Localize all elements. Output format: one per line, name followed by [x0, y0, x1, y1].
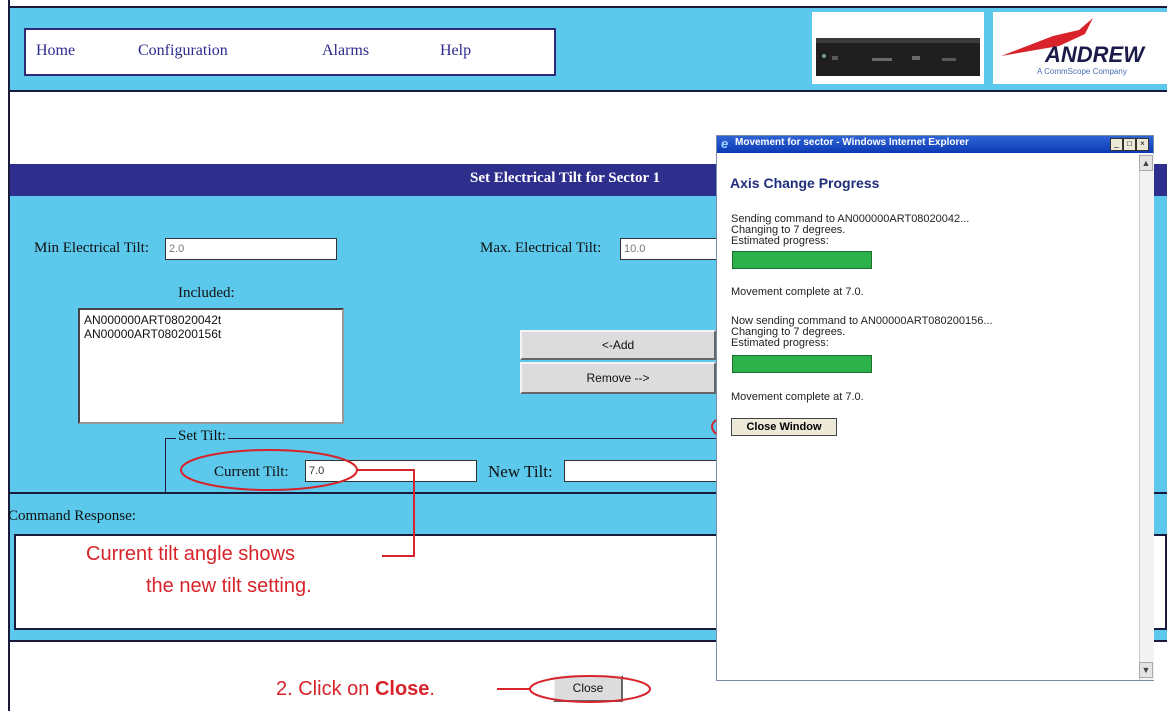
callout-arc: [711, 419, 717, 435]
highlight-ellipse: [529, 675, 651, 703]
callout-line: [357, 469, 415, 557]
highlight-ellipse: [180, 449, 358, 491]
annotation-overlay: [180, 419, 717, 703]
